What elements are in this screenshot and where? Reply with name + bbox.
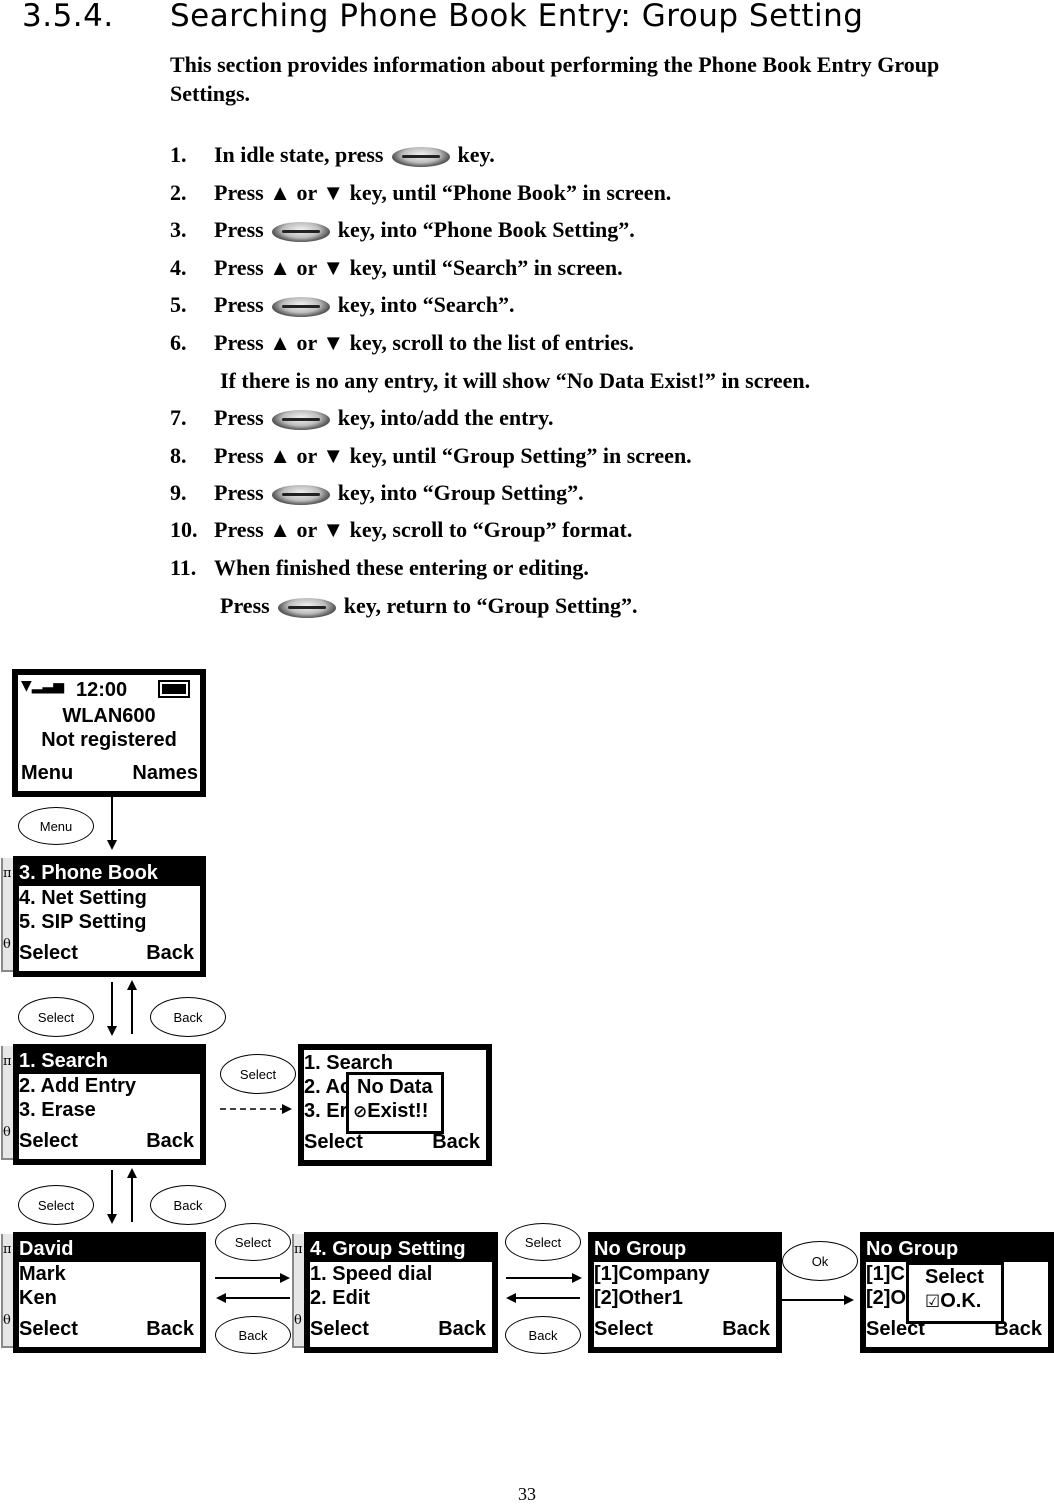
flow-arrows [107, 797, 854, 1305]
